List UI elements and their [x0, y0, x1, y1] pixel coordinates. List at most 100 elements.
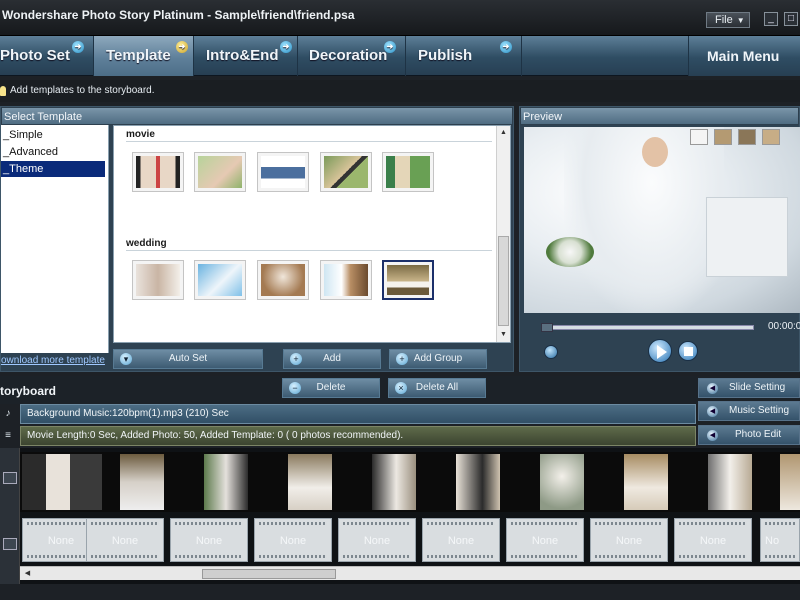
tab-intro-end-label: Intro&End [206, 47, 279, 64]
photo-frame[interactable] [20, 452, 104, 512]
slot-label: None [279, 535, 307, 547]
storyboard-scrollbar[interactable]: ◀ [20, 566, 800, 580]
template-thumb[interactable] [382, 152, 434, 192]
photo-frame[interactable] [692, 452, 776, 512]
group-divider [126, 250, 492, 251]
template-scrollbar[interactable]: ▲ ▼ [496, 126, 510, 342]
delete-all-label: Delete All [415, 382, 459, 393]
tree-item-theme[interactable]: _Theme [1, 161, 105, 177]
photo-frame[interactable] [104, 452, 188, 512]
template-slot[interactable]: None [86, 518, 164, 562]
scroll-thumb[interactable] [498, 236, 509, 326]
template-gallery: movie wedding ▲ ▼ [113, 125, 511, 343]
auto-set-button[interactable]: ▾ Auto Set [113, 349, 263, 369]
tab-photo-set[interactable]: Photo Set ➜ [0, 36, 94, 76]
preview-strip-thumb [762, 129, 780, 145]
preview-title: Preview [520, 107, 799, 125]
slot-label: None [363, 535, 391, 547]
tree-item-advanced[interactable]: _Advanced [1, 144, 105, 160]
progress-knob[interactable] [541, 323, 553, 332]
template-thumb[interactable] [132, 260, 184, 300]
slot-label: None [699, 535, 727, 547]
download-more-template-link[interactable]: ownload more template [1, 355, 105, 366]
template-slot[interactable]: No [760, 518, 800, 562]
template-slot[interactable]: None [170, 518, 248, 562]
group-label-wedding: wedding [126, 238, 167, 249]
preview-time: 00:00:0 [768, 321, 800, 332]
tab-photo-set-label: Photo Set [0, 47, 70, 64]
tab-publish[interactable]: Publish ➜ [406, 36, 522, 76]
template-thumb[interactable] [194, 260, 246, 300]
play-button[interactable] [648, 339, 672, 363]
tab-decoration-label: Decoration [309, 47, 388, 64]
stop-icon [684, 347, 693, 356]
template-slot[interactable]: None [590, 518, 668, 562]
info-row: ≡ Movie Length:0 Sec, Added Photo: 50, A… [0, 426, 696, 446]
preview-progress-bar[interactable] [541, 323, 754, 332]
app-title: Wondershare Photo Story Platinum - Sampl… [2, 8, 355, 22]
slide-setting-label: Slide Setting [729, 382, 786, 393]
arrow-right-icon: ➜ [280, 41, 292, 53]
photo-frame[interactable] [356, 452, 440, 512]
scroll-left-icon[interactable]: ◀ [22, 568, 33, 579]
auto-set-label: Auto Set [168, 353, 208, 364]
template-thumb[interactable] [194, 152, 246, 192]
template-thumb[interactable] [257, 260, 309, 300]
template-slot[interactable]: None [254, 518, 332, 562]
stop-button[interactable] [678, 341, 698, 361]
filmstrip-side [0, 448, 20, 584]
template-thumb[interactable] [257, 152, 309, 192]
template-slot[interactable]: None [506, 518, 584, 562]
photo-frame[interactable] [524, 452, 608, 512]
tab-template[interactable]: Template ➜ [94, 36, 194, 76]
preview-panel: Preview 00:00:0 [519, 106, 800, 372]
delete-all-button[interactable]: × Delete All [388, 378, 486, 398]
preview-image-figure [642, 137, 668, 167]
arrow-right-icon: ➜ [384, 41, 396, 53]
select-template-title: Select Template [1, 107, 513, 125]
template-thumb[interactable] [320, 260, 372, 300]
minimize-button[interactable]: _ [764, 12, 778, 26]
photo-frame[interactable] [608, 452, 692, 512]
photo-edit-button[interactable]: ◀ Photo Edit [698, 425, 800, 445]
tree-item-simple[interactable]: _Simple [1, 127, 105, 143]
template-slot[interactable]: None [338, 518, 416, 562]
tab-template-label: Template [106, 47, 171, 64]
add-group-button[interactable]: + Add Group [389, 349, 487, 369]
music-note-icon: ♪ [5, 408, 11, 419]
scroll-thumb[interactable] [202, 569, 336, 579]
photo-frame[interactable] [272, 452, 356, 512]
maximize-button[interactable]: □ [784, 12, 798, 26]
photo-frame[interactable] [188, 452, 272, 512]
add-button[interactable]: + Add [283, 349, 381, 369]
photo-frame[interactable] [440, 452, 524, 512]
background-music-field[interactable]: Background Music:120bpm(1).mp3 (210) Sec [20, 404, 696, 424]
add-group-label: Add Group [413, 353, 463, 364]
template-thumb[interactable] [320, 152, 372, 192]
main-nav: Photo Set ➜ Template ➜ Intro&End ➜ Decor… [0, 36, 800, 76]
main-menu-button[interactable]: Main Menu [688, 36, 800, 76]
delete-button[interactable]: − Delete [282, 378, 380, 398]
file-menu-button[interactable]: File ▼ [706, 12, 750, 28]
template-slot[interactable]: None [674, 518, 752, 562]
scroll-up-icon[interactable]: ▲ [498, 127, 509, 138]
storyboard-title: toryboard [0, 384, 57, 398]
preview-strip-thumb [738, 129, 756, 145]
tab-decoration[interactable]: Decoration ➜ [298, 36, 406, 76]
preview-strip-thumb [690, 129, 708, 145]
slide-setting-button[interactable]: ◀ Slide Setting [698, 378, 800, 398]
slot-label: No [765, 535, 780, 547]
repeat-icon[interactable] [544, 345, 558, 359]
music-setting-label: Music Setting [729, 405, 790, 416]
template-thumb-selected[interactable] [382, 260, 434, 300]
slot-label: None [111, 535, 139, 547]
slot-label: None [615, 535, 643, 547]
scroll-down-icon[interactable]: ▼ [498, 329, 509, 340]
tab-intro-end[interactable]: Intro&End ➜ [194, 36, 298, 76]
arrow-right-icon: ➜ [72, 41, 84, 53]
music-setting-button[interactable]: ◀ Music Setting [698, 401, 800, 421]
info-list-icon: ≡ [5, 430, 11, 441]
template-slot[interactable]: None [422, 518, 500, 562]
template-thumb[interactable] [132, 152, 184, 192]
photo-frame[interactable] [776, 452, 800, 512]
